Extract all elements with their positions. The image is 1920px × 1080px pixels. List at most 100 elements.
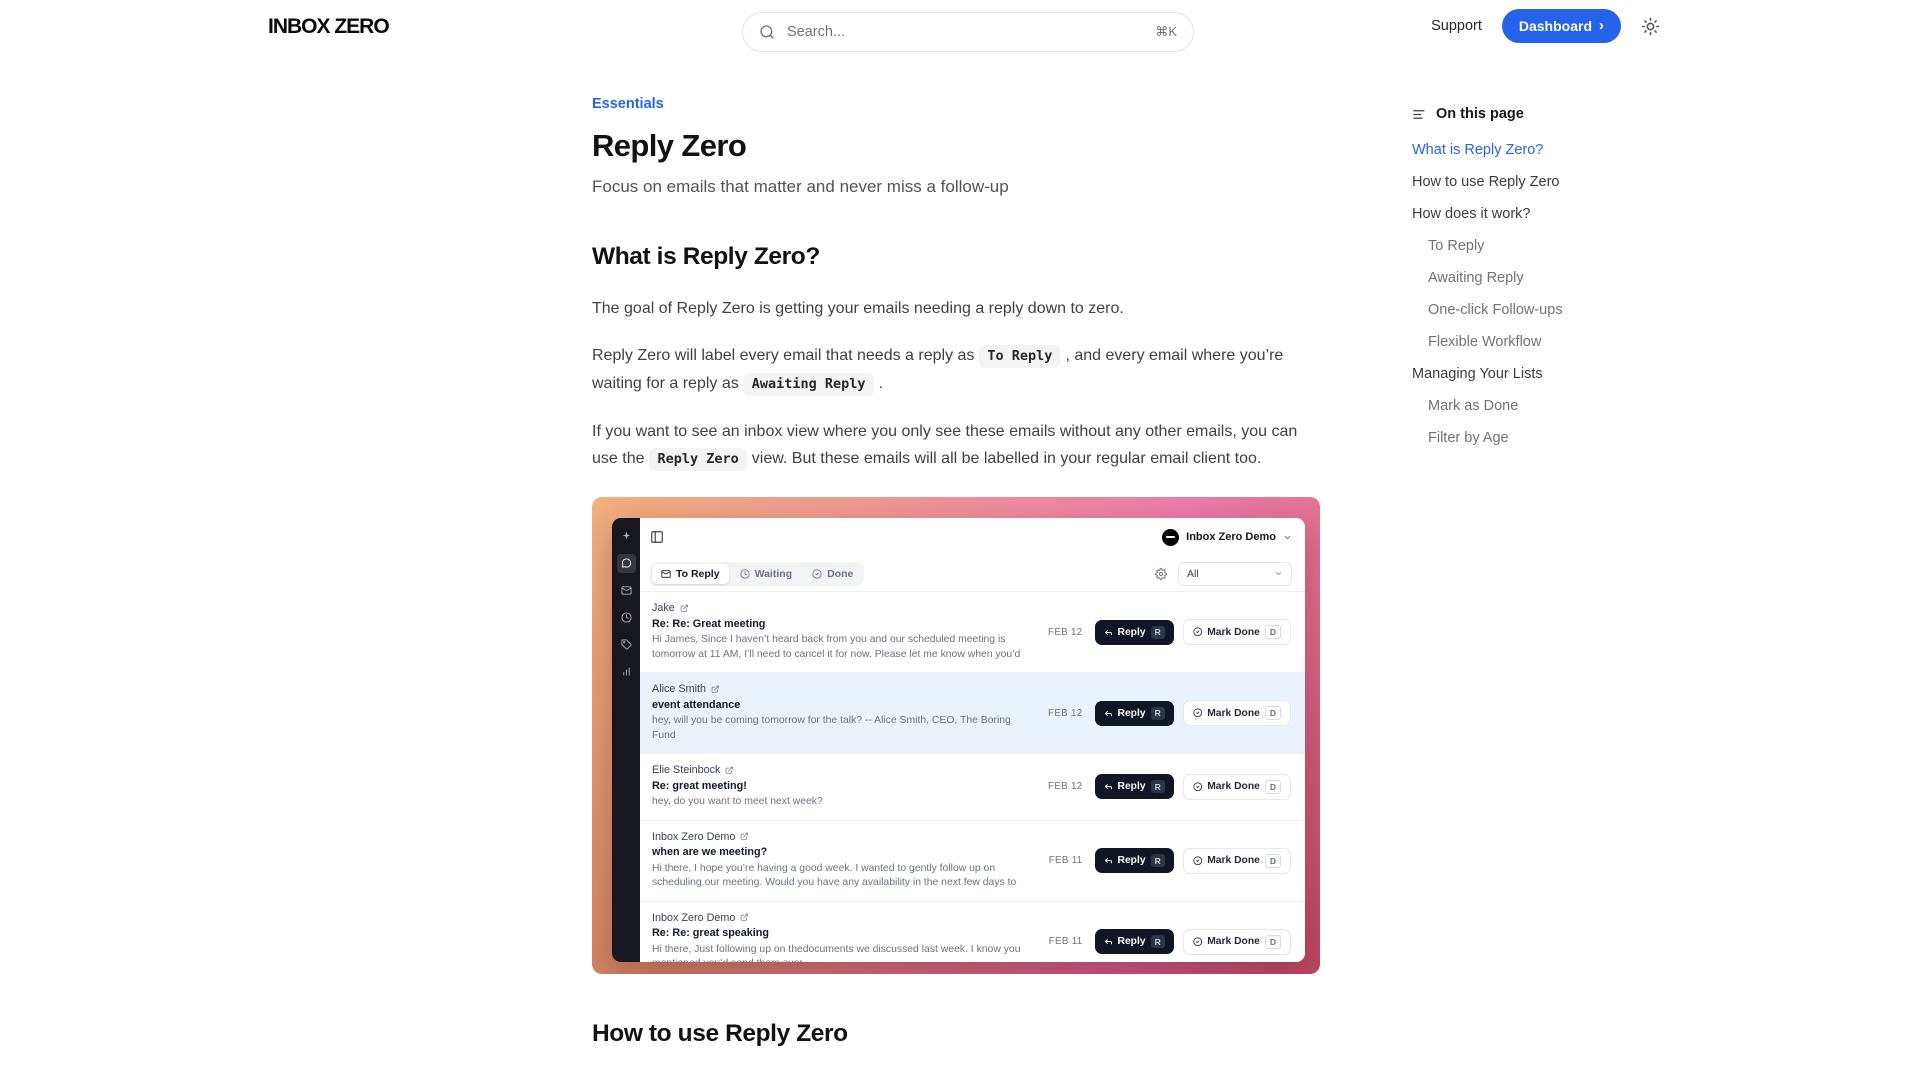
external-link-icon [740,832,749,841]
email-subject: when are we meeting? [652,846,1037,858]
filter-dropdown: All [1178,562,1292,586]
sun-icon [1641,17,1660,36]
search-shortcut-hint: ⌘K [1155,24,1177,40]
paragraph: If you want to see an inbox view where y… [592,418,1320,473]
reply-label: Reply [1118,936,1146,947]
email-sender: Inbox Zero Demo [652,912,735,924]
section-heading-how-to-use: How to use Reply Zero [592,1020,1320,1048]
paragraph: Reply Zero will label every email that n… [592,342,1320,398]
email-summary: Elie Steinbock Re: great meeting! hey, d… [652,764,1036,810]
email-row: Jake Re: Re: Great meeting Hi James, Sin… [640,592,1305,673]
chevron-down-icon [1283,533,1292,542]
chart-icon [617,662,636,681]
account-avatar [1162,529,1179,546]
mark-done-button: Mark Done D [1183,619,1291,645]
demo-tab-group: To Reply Waiting Done [650,562,864,586]
email-summary: Inbox Zero Demo when are we meeting? Hi … [652,831,1037,891]
done-shortcut-badge: D [1265,706,1281,720]
inline-code-to-reply: To Reply [979,345,1060,368]
external-link-icon [740,913,749,922]
email-summary: Jake Re: Re: Great meeting Hi James, Sin… [652,602,1036,662]
demo-sidebar [612,518,640,962]
section-heading-what-is-reply-zero: What is Reply Zero? [592,243,1320,271]
mark-done-label: Mark Done [1207,708,1260,719]
email-snippet: Hi James, Since I haven’t heard back fro… [652,633,1036,662]
mark-done-label: Mark Done [1207,855,1260,866]
message-icon [617,554,636,573]
tab-waiting: Waiting [731,564,802,584]
account-name: Inbox Zero Demo [1186,531,1276,543]
reply-icon [1104,856,1113,865]
reply-icon [1104,937,1113,946]
app-logo[interactable]: INBOX ZERO [268,15,389,39]
reply-button: Reply R [1095,774,1174,799]
account-switcher: Inbox Zero Demo [1162,529,1292,546]
email-subject: Re: great meeting! [652,780,1036,792]
theme-toggle-button[interactable] [1641,17,1660,36]
article-content: Essentials Reply Zero Focus on emails th… [592,52,1320,1048]
toc-item-how-does-it-work[interactable]: How does it work? [1412,198,1627,230]
paragraph-text: view. But these emails will all be label… [752,450,1262,467]
reply-shortcut-badge: R [1151,935,1165,948]
reply-button: Reply R [1095,701,1174,726]
reply-zero-screenshot[interactable]: Inbox Zero Demo To Reply [592,497,1320,974]
paragraph-text: . [879,375,883,392]
email-sender: Alice Smith [652,683,706,695]
check-circle-icon [1193,856,1203,866]
mark-done-label: Mark Done [1207,936,1260,947]
mark-done-button: Mark Done D [1183,848,1291,874]
search-bar[interactable]: ⌘K [742,12,1194,52]
clock-icon [617,608,636,627]
on-this-page-toc: On this page What is Reply Zero? How to … [1412,104,1627,454]
email-date: FEB 12 [1048,781,1082,792]
done-shortcut-badge: D [1265,854,1281,868]
inline-code-reply-zero: Reply Zero [649,448,746,471]
mail-icon [617,581,636,600]
email-snippet: Hi there, I hope you’re having a good we… [652,862,1037,891]
reply-shortcut-badge: R [1151,780,1165,793]
mark-done-button: Mark Done D [1183,774,1291,800]
reply-button: Reply R [1095,929,1174,954]
demo-toolbar-right: All [1155,562,1292,586]
toc-item-one-click-follow-ups[interactable]: One-click Follow-ups [1412,294,1627,326]
mark-done-label: Mark Done [1207,781,1260,792]
chevron-down-icon [1274,569,1283,578]
toc-item-flexible-workflow[interactable]: Flexible Workflow [1412,326,1627,358]
email-subject: event attendance [652,699,1036,711]
toc-item-awaiting-reply[interactable]: Awaiting Reply [1412,262,1627,294]
email-sender: Elie Steinbock [652,764,720,776]
search-icon [759,24,775,40]
reply-button: Reply R [1095,620,1174,645]
email-row-selected: Alice Smith event attendance hey, will y… [640,673,1305,754]
email-row: Elie Steinbock Re: great meeting! hey, d… [640,754,1305,821]
reply-label: Reply [1118,627,1146,638]
check-circle-icon [1193,937,1203,947]
toc-item-how-to-use[interactable]: How to use Reply Zero [1412,166,1627,198]
navbar-right: Support Dashboard › [1431,0,1660,52]
email-snippet: hey, do you want to meet next week? [652,795,1036,810]
toc-list: What is Reply Zero? How to use Reply Zer… [1412,134,1627,454]
email-date: FEB 12 [1048,708,1082,719]
demo-header: Inbox Zero Demo [640,518,1305,556]
toc-item-mark-as-done[interactable]: Mark as Done [1412,390,1627,422]
clock-icon [740,569,750,579]
mark-done-button: Mark Done D [1183,700,1291,726]
toc-heading: On this page [1436,106,1524,122]
email-snippet: Hi there, Just following up on thedocume… [652,943,1037,963]
email-subject: Re: Re: Great meeting [652,618,1036,630]
email-snippet: hey, will you be coming tomorrow for the… [652,714,1036,743]
mark-done-label: Mark Done [1207,627,1260,638]
toc-item-what-is-reply-zero[interactable]: What is Reply Zero? [1412,134,1627,166]
toc-item-to-reply[interactable]: To Reply [1412,230,1627,262]
toc-item-managing-your-lists[interactable]: Managing Your Lists [1412,358,1627,390]
external-link-icon [680,604,689,613]
reply-label: Reply [1118,708,1146,719]
support-link[interactable]: Support [1431,18,1482,34]
search-input[interactable] [785,23,1145,41]
toc-item-filter-by-age[interactable]: Filter by Age [1412,422,1627,454]
dashboard-button[interactable]: Dashboard › [1502,9,1621,43]
reply-icon [1104,782,1113,791]
email-summary: Inbox Zero Demo Re: Re: great speaking H… [652,912,1037,963]
breadcrumb[interactable]: Essentials [592,96,1320,112]
demo-main-panel: Inbox Zero Demo To Reply [640,518,1305,962]
